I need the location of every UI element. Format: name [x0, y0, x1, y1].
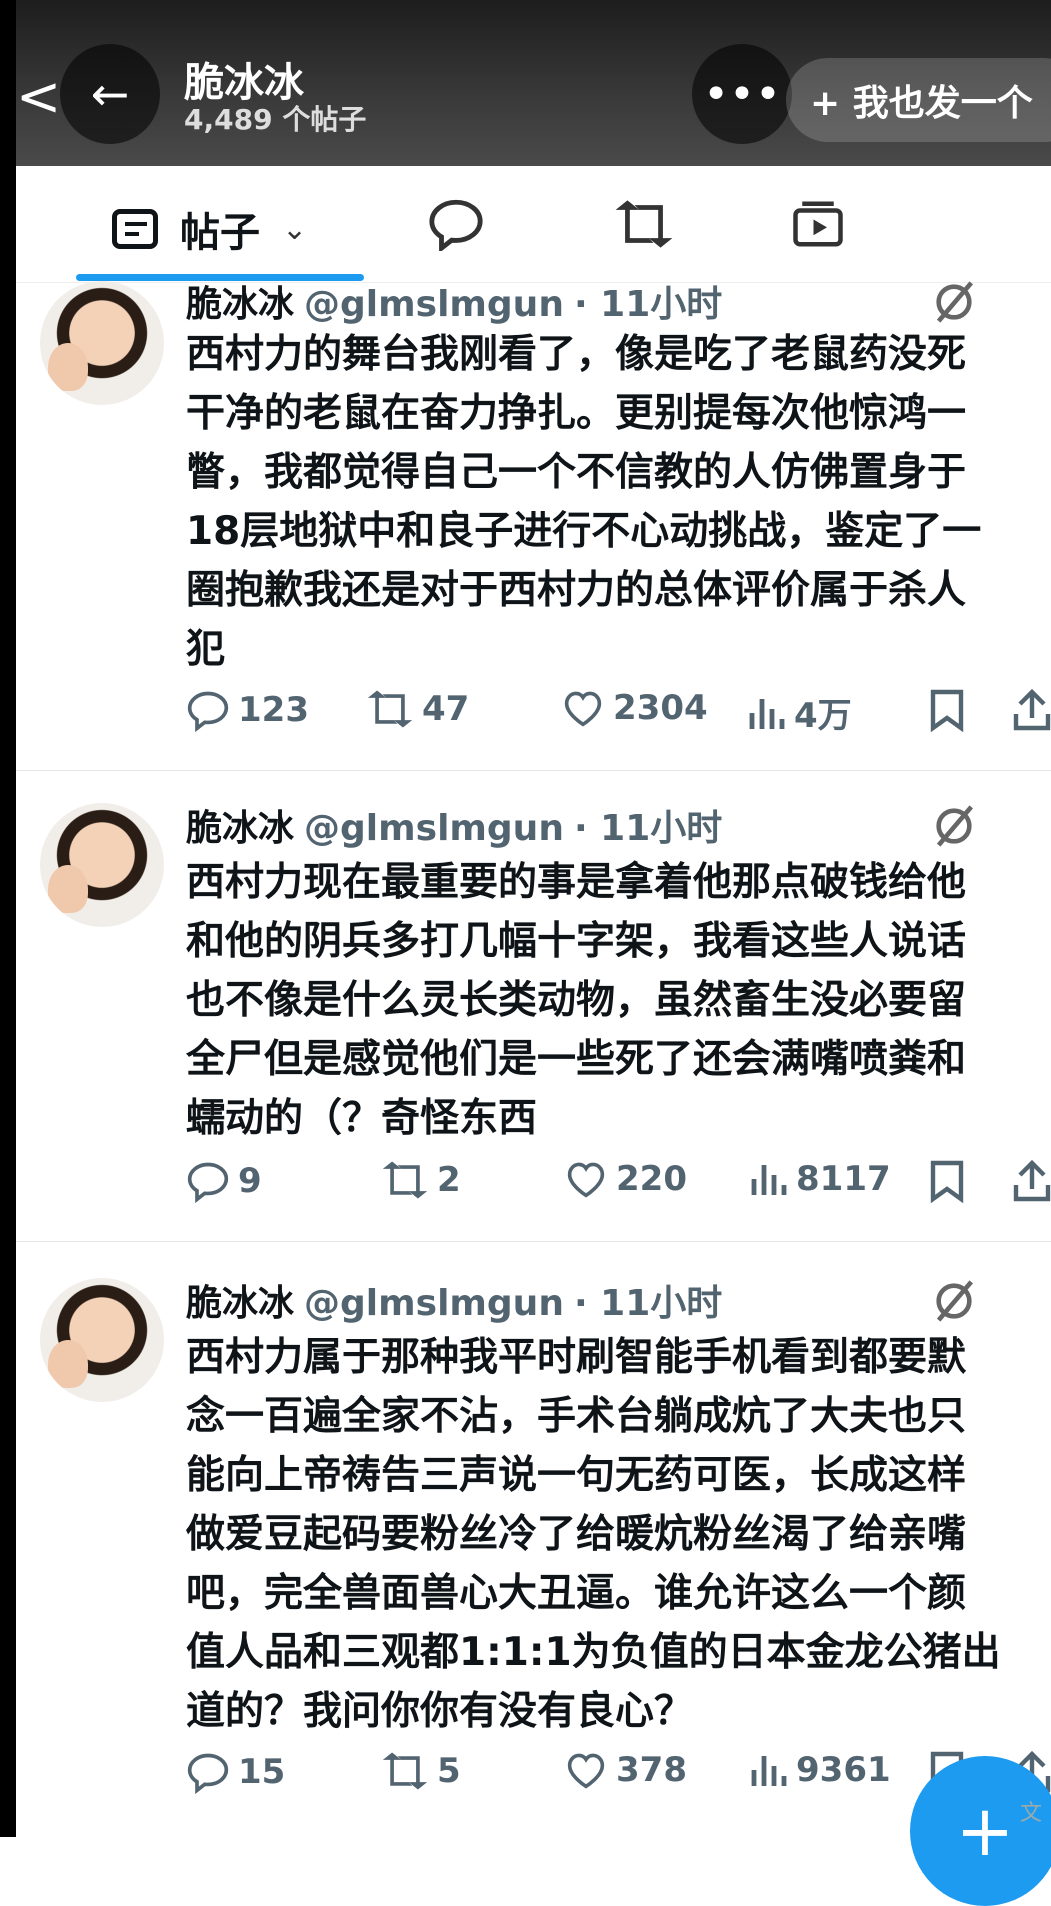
- reply-count: 123: [238, 690, 309, 730]
- profile-header: < ← 脆冰冰 4,489 个帖子 ••• + 我也发一个: [16, 0, 1051, 166]
- tweet-text: 西村力属于那种我平时刷智能手机看到都要默 念一百遍全家不沾，手术台躺成炕了大夫也…: [186, 1335, 1001, 1734]
- bookmark-icon: [930, 1160, 964, 1203]
- reply-icon: [187, 1162, 229, 1203]
- heart-icon: [564, 691, 602, 727]
- tweet-actions: 123 47 2304 4万: [186, 688, 1051, 738]
- repost-icon: [615, 200, 673, 248]
- views-count: 4万: [794, 696, 852, 736]
- tweet[interactable]: 脆冰冰 @glmslmgun · 11小时 西村力属于那种我平时刷智能手机看到都要默…: [16, 1242, 1051, 1837]
- repost-button[interactable]: 5: [381, 1750, 461, 1792]
- reply-button[interactable]: 123: [186, 688, 309, 732]
- tweet-time: · 11小时: [573, 284, 723, 325]
- repost-icon: [382, 1752, 428, 1790]
- heart-icon: [567, 1162, 605, 1198]
- posts-icon: [112, 209, 158, 249]
- tweet-header: 脆冰冰 @glmslmgun · 11小时: [186, 275, 722, 327]
- views-count: 8117: [796, 1159, 891, 1199]
- bookmark-button[interactable]: [928, 1159, 974, 1203]
- plus-icon: +: [955, 1790, 1015, 1872]
- views-count: 9361: [796, 1750, 891, 1790]
- share-button[interactable]: [1012, 688, 1051, 732]
- back-button[interactable]: ←: [60, 44, 160, 144]
- arrow-left-icon: ←: [90, 67, 130, 121]
- views-icon: [751, 1756, 787, 1786]
- repost-icon: [367, 690, 413, 728]
- post-button[interactable]: + 我也发一个: [786, 58, 1051, 142]
- reply-button[interactable]: 15: [186, 1750, 285, 1794]
- avatar[interactable]: [40, 803, 164, 927]
- compose-fab-button[interactable]: +: [910, 1756, 1051, 1906]
- tweet-text: 西村力的舞台我刚看了，像是吃了老鼠药没死 干净的老鼠在奋力挣扎。更别提每次他惊鸿…: [186, 332, 982, 672]
- tweet-text: 西村力现在最重要的事是拿着他那点破钱给他 和他的阴兵多打几幅十字架，我看这些人说…: [186, 860, 967, 1141]
- like-button[interactable]: 378: [564, 1750, 687, 1790]
- profile-tabs: 帖子 ⌄: [16, 166, 1051, 283]
- tweet-handle[interactable]: @glmslmgun: [304, 808, 564, 849]
- like-count: 2304: [613, 688, 708, 728]
- repost-count: 2: [437, 1160, 461, 1200]
- tab-replies[interactable]: [424, 192, 488, 256]
- repost-icon: [382, 1161, 428, 1199]
- left-edge-strip: [0, 0, 16, 1837]
- tweet[interactable]: 脆冰冰 @glmslmgun · 11小时 西村力现在最重要的事是拿着他那点破钱给他…: [16, 771, 1051, 1242]
- tweet-time: · 11小时: [573, 808, 723, 849]
- grok-icon[interactable]: [931, 1278, 977, 1324]
- reply-icon: [187, 691, 229, 732]
- repost-button[interactable]: 2: [381, 1159, 461, 1201]
- like-count: 378: [616, 1750, 687, 1790]
- grok-icon[interactable]: [931, 803, 977, 849]
- avatar[interactable]: [40, 1278, 164, 1402]
- avatar[interactable]: [40, 281, 164, 405]
- views-button[interactable]: 8117: [748, 1159, 891, 1199]
- tweet[interactable]: 脆冰冰 @glmslmgun · 11小时 西村力的舞台我刚看了，像是吃了老鼠药没死…: [16, 281, 1051, 771]
- tweet-header: 脆冰冰 @glmslmgun · 11小时: [186, 1274, 722, 1326]
- video-icon: [793, 201, 843, 247]
- repost-count: 47: [422, 689, 470, 729]
- repost-count: 5: [437, 1751, 461, 1791]
- like-count: 220: [616, 1159, 687, 1199]
- views-button[interactable]: 4万: [746, 688, 852, 737]
- reply-count: 9: [238, 1161, 262, 1201]
- corner-mark: 文: [1020, 1801, 1043, 1826]
- like-button[interactable]: 2304: [561, 688, 708, 728]
- heart-icon: [567, 1753, 605, 1789]
- tweet-time: · 11小时: [573, 1283, 723, 1324]
- tab-media[interactable]: [786, 192, 850, 256]
- chevron-down-icon[interactable]: ⌄: [282, 212, 307, 247]
- tweet-header: 脆冰冰 @glmslmgun · 11小时: [186, 799, 722, 851]
- views-icon: [751, 1165, 787, 1195]
- reply-button[interactable]: 9: [186, 1159, 262, 1203]
- tweet-author-name[interactable]: 脆冰冰: [186, 284, 294, 325]
- like-button[interactable]: 220: [564, 1159, 687, 1199]
- bookmark-icon: [930, 689, 964, 732]
- repost-button[interactable]: 47: [366, 688, 469, 730]
- tab-reposts[interactable]: [612, 192, 676, 256]
- tweet-handle[interactable]: @glmslmgun: [304, 284, 564, 325]
- share-button[interactable]: [1012, 1159, 1051, 1203]
- tweet-handle[interactable]: @glmslmgun: [304, 1283, 564, 1324]
- system-back-chevron-icon[interactable]: <: [16, 70, 61, 124]
- tweet-actions: 9 2 220 8117: [186, 1159, 1051, 1209]
- post-count: 4,489 个帖子: [184, 103, 367, 136]
- views-icon: [749, 698, 785, 729]
- tab-posts[interactable]: 帖子 ⌄: [112, 200, 307, 258]
- more-icon: •••: [703, 68, 781, 120]
- bookmark-button[interactable]: [928, 688, 974, 732]
- reply-icon: [429, 199, 483, 251]
- share-icon: [1013, 688, 1051, 731]
- share-icon: [1013, 1159, 1051, 1202]
- reply-count: 15: [238, 1752, 286, 1792]
- more-options-button[interactable]: •••: [692, 44, 792, 144]
- grok-icon[interactable]: [931, 279, 977, 325]
- tweet-author-name[interactable]: 脆冰冰: [186, 1283, 294, 1324]
- views-button[interactable]: 9361: [748, 1750, 891, 1790]
- tweet-author-name[interactable]: 脆冰冰: [186, 808, 294, 849]
- reply-icon: [187, 1753, 229, 1794]
- tab-posts-label: 帖子: [180, 210, 260, 256]
